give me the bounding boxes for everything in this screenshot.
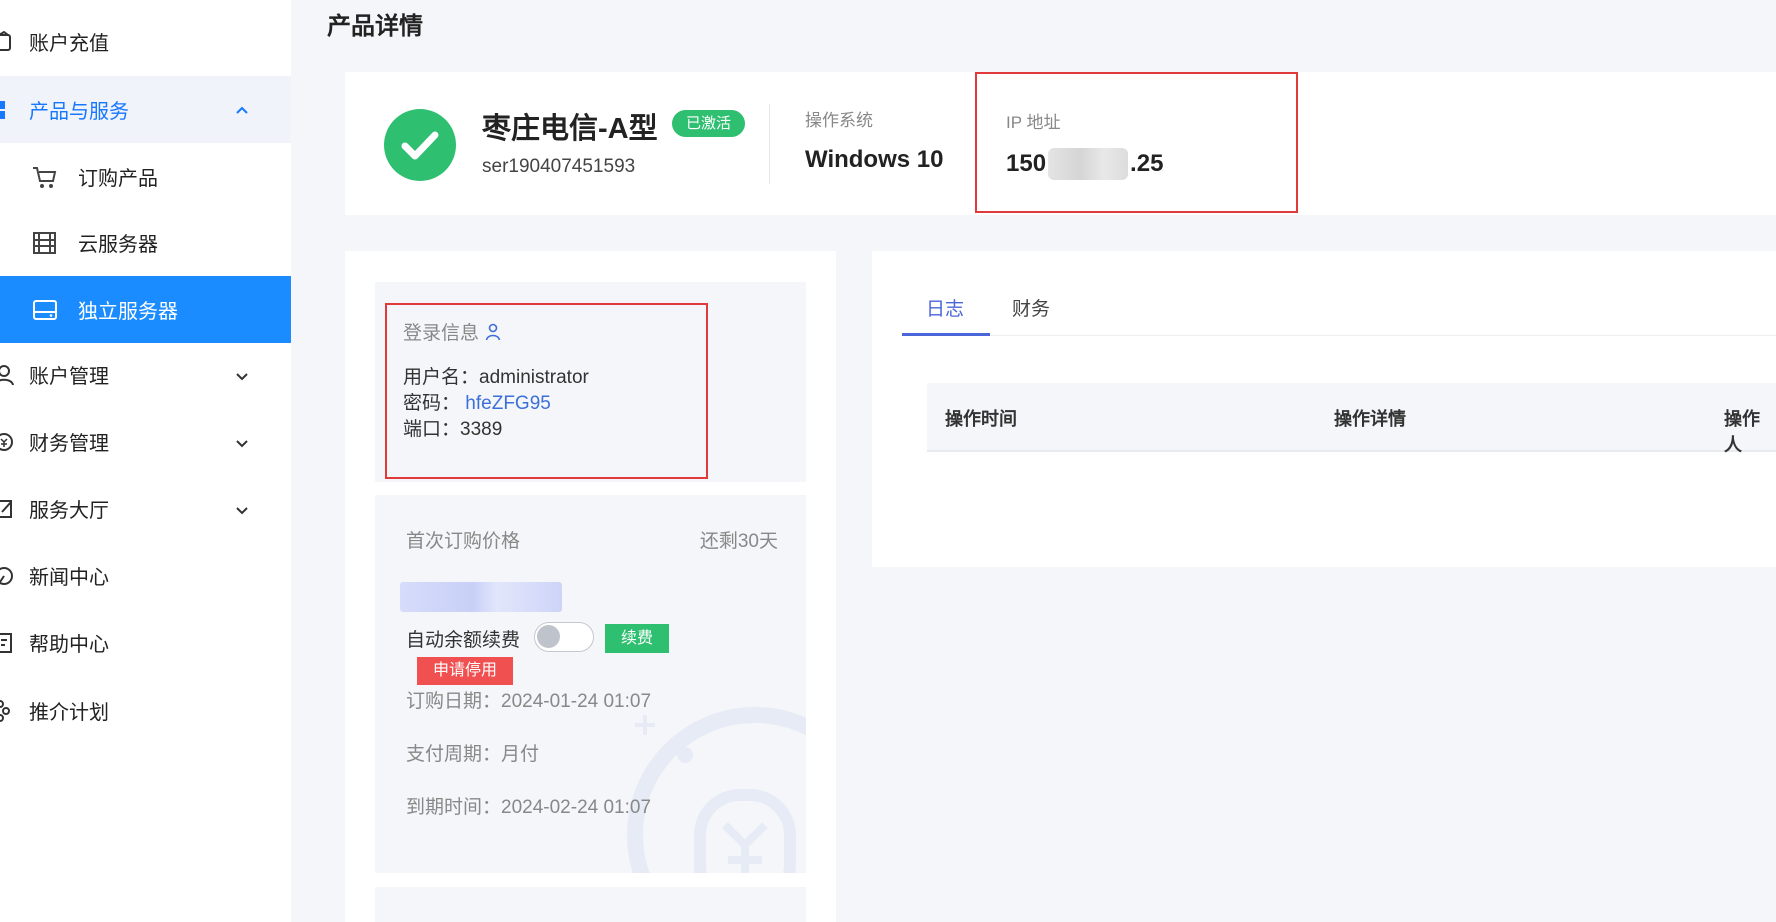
- news-icon: [0, 565, 14, 587]
- divider: [769, 104, 770, 184]
- column-header-time[interactable]: 操作时间: [945, 405, 1017, 431]
- column-header-operator[interactable]: 操作人: [1724, 405, 1776, 457]
- help-icon: [0, 632, 14, 654]
- money-icon: [0, 431, 14, 453]
- chevron-down-icon: [234, 434, 250, 450]
- request-suspend-button[interactable]: 申请停用: [417, 657, 514, 685]
- edit-icon: [0, 498, 14, 520]
- sidebar-item-help-center[interactable]: 帮助中心: [0, 609, 291, 676]
- log-card: 日志 财务 操作时间 操作详情 操作人: [872, 251, 1776, 567]
- port-value[interactable]: 3389: [460, 419, 502, 440]
- days-left: 还剩30天: [699, 531, 778, 552]
- login-info-panel: 登录信息 用户名：administrator 密码： hfeZFG95 端口：3…: [375, 282, 806, 482]
- product-serial: ser190407451593: [482, 156, 636, 177]
- sidebar: 账户充值 产品与服务 订购产品 云服务器 独立服务器 账户管理 财务管理 服务大…: [0, 0, 291, 922]
- ip-prefix: 150: [1006, 150, 1047, 177]
- username-label: 用户名：: [403, 367, 480, 388]
- sidebar-item-news-center[interactable]: 新闻中心: [0, 542, 291, 609]
- money-bag-watermark-icon: [627, 707, 806, 873]
- tab-finance[interactable]: 财务: [1012, 294, 1050, 321]
- sidebar-item-label: 订购产品: [78, 168, 158, 190]
- share-icon: [0, 699, 14, 722]
- username-value[interactable]: administrator: [479, 367, 589, 388]
- order-date-label: 订购日期：: [406, 691, 502, 712]
- username-row: 用户名：administrator: [403, 362, 589, 389]
- ip-address-highlight: IP 地址 150 .25: [975, 72, 1298, 213]
- sidebar-item-account-management[interactable]: 账户管理: [0, 341, 291, 408]
- expire-date-row: 到期时间：2024-02-24 01:07: [406, 792, 651, 819]
- sidebar-item-order-product[interactable]: 订购产品: [0, 143, 291, 210]
- sidebar-item-dedicated-server[interactable]: 独立服务器: [0, 276, 291, 343]
- ip-redaction: [1048, 148, 1129, 180]
- first-price-label: 首次订购价格: [406, 531, 521, 552]
- billing-panel: 首次订购价格 还剩30天 自动余额续费 续费 申请停用 订购日期：2024-01…: [375, 495, 806, 873]
- chevron-down-icon: [234, 501, 250, 517]
- user-outline-icon: [485, 323, 501, 341]
- sidebar-item-service-hall[interactable]: 服务大厅: [0, 475, 291, 542]
- auto-renew-label: 自动余额续费: [406, 630, 521, 651]
- pay-cycle-row: 支付周期：月付: [406, 739, 539, 766]
- grid-icon: [0, 99, 14, 121]
- sidebar-item-label: 新闻中心: [29, 567, 109, 589]
- order-date-row: 订购日期：2024-01-24 01:07: [406, 686, 651, 713]
- additional-panel: [375, 887, 806, 922]
- expire-date-label: 到期时间：: [406, 797, 502, 818]
- tab-log[interactable]: 日志: [926, 294, 964, 321]
- ip-label: IP 地址: [1006, 113, 1061, 132]
- product-name: 枣庄电信-A型: [482, 113, 658, 145]
- toggle-knob: [537, 625, 560, 648]
- login-info-highlight: 登录信息 用户名：administrator 密码： hfeZFG95 端口：3…: [385, 303, 708, 479]
- active-tab-indicator: [902, 333, 990, 336]
- port-label: 端口：: [403, 419, 461, 440]
- sidebar-item-label: 推介计划: [29, 702, 109, 724]
- sidebar-item-label: 服务大厅: [29, 500, 109, 522]
- wallet-icon: [0, 30, 14, 53]
- product-summary-card: 枣庄电信-A型 已激活 ser190407451593 操作系统 Windows…: [345, 72, 1776, 215]
- login-title-text: 登录信息: [403, 323, 480, 344]
- password-label: 密码：: [403, 393, 461, 414]
- renew-button[interactable]: 续费: [605, 624, 670, 653]
- sidebar-item-label: 账户管理: [29, 366, 109, 388]
- os-value: Windows 10: [805, 146, 944, 173]
- chevron-down-icon: [234, 367, 250, 383]
- sidebar-item-products[interactable]: 产品与服务: [0, 76, 291, 143]
- sidebar-item-referral-program[interactable]: 推介计划: [0, 677, 291, 744]
- price-redaction: [400, 582, 562, 612]
- user-icon: [0, 364, 14, 386]
- check-circle-icon: [384, 109, 456, 181]
- sidebar-item-label: 账户充值: [29, 33, 109, 55]
- chevron-up-icon: [234, 102, 250, 118]
- port-row: 端口：3389: [403, 414, 502, 441]
- pay-cycle-label: 支付周期：: [406, 744, 502, 765]
- cart-icon: [32, 164, 58, 190]
- pay-cycle-value: 月付: [501, 744, 540, 765]
- sidebar-item-finance-management[interactable]: 财务管理: [0, 408, 291, 475]
- password-value[interactable]: hfeZFG95: [465, 393, 551, 414]
- sidebar-item-label: 财务管理: [29, 433, 109, 455]
- status-badge: 已激活: [672, 110, 746, 137]
- hard-drive-icon: [32, 297, 58, 323]
- ip-value[interactable]: 150 .25: [1006, 148, 1163, 180]
- sidebar-item-label: 帮助中心: [29, 634, 109, 656]
- sidebar-item-label: 独立服务器: [78, 301, 178, 323]
- login-info-title: 登录信息: [403, 318, 501, 345]
- log-table-header: 操作时间 操作详情 操作人: [927, 383, 1776, 455]
- server-rack-icon: [32, 230, 58, 256]
- app-root: 账户充值 产品与服务 订购产品 云服务器 独立服务器 账户管理 财务管理 服务大…: [0, 0, 1776, 922]
- column-header-detail[interactable]: 操作详情: [1334, 405, 1406, 431]
- sidebar-item-recharge[interactable]: 账户充值: [0, 8, 291, 75]
- sidebar-item-label: 云服务器: [78, 234, 158, 256]
- auto-renew-toggle[interactable]: [534, 622, 594, 652]
- tab-divider: [902, 335, 1776, 336]
- order-date-value: 2024-01-24 01:07: [501, 691, 652, 712]
- page-title: 产品详情: [327, 13, 423, 40]
- sidebar-item-cloud-server[interactable]: 云服务器: [0, 209, 291, 276]
- os-label: 操作系统: [805, 111, 873, 130]
- password-row: 密码： hfeZFG95: [403, 388, 551, 415]
- expire-date-value: 2024-02-24 01:07: [501, 797, 652, 818]
- ip-suffix: .25: [1130, 150, 1164, 177]
- sidebar-item-label: 产品与服务: [29, 101, 129, 123]
- product-info-card: 登录信息 用户名：administrator 密码： hfeZFG95 端口：3…: [345, 251, 836, 922]
